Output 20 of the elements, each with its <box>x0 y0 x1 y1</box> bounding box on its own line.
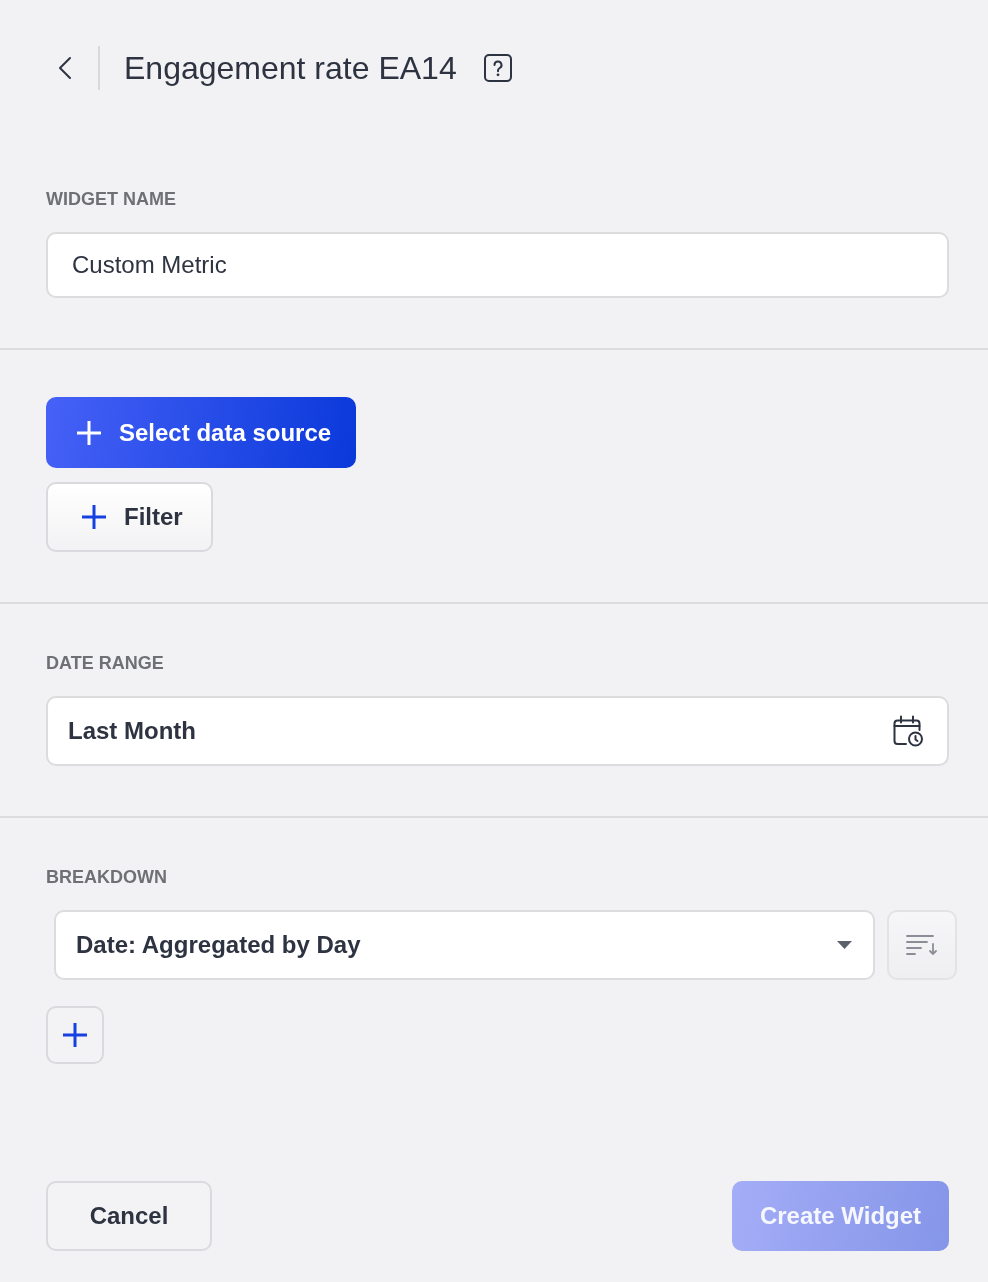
plus-icon <box>82 505 106 529</box>
breakdown-dropdown[interactable]: Date: Aggregated by Day <box>54 910 875 980</box>
add-filter-button[interactable]: Filter <box>46 482 213 552</box>
widget-name-field[interactable]: Custom Metric <box>46 232 949 298</box>
sort-icon <box>906 934 938 956</box>
section-label: DATE RANGE <box>46 652 164 674</box>
plus-icon <box>77 420 101 445</box>
caret-icon <box>837 941 852 949</box>
cancel-button[interactable]: Cancel <box>46 1181 212 1251</box>
page-title: Engagement rate EA14 <box>124 49 457 88</box>
plus-icon <box>63 1023 87 1047</box>
help-icon[interactable] <box>483 54 512 82</box>
calendar-clock-icon <box>892 715 924 747</box>
section-label: WIDGET NAME <box>46 188 176 210</box>
add-breakdown-button[interactable] <box>46 1006 104 1064</box>
section-label: BREAKDOWN <box>46 866 167 888</box>
back-icon[interactable] <box>58 56 72 80</box>
sort-button[interactable] <box>887 910 957 980</box>
select-source-button[interactable]: Select data source <box>46 397 357 468</box>
date-range-field[interactable]: Last Month <box>46 696 949 766</box>
